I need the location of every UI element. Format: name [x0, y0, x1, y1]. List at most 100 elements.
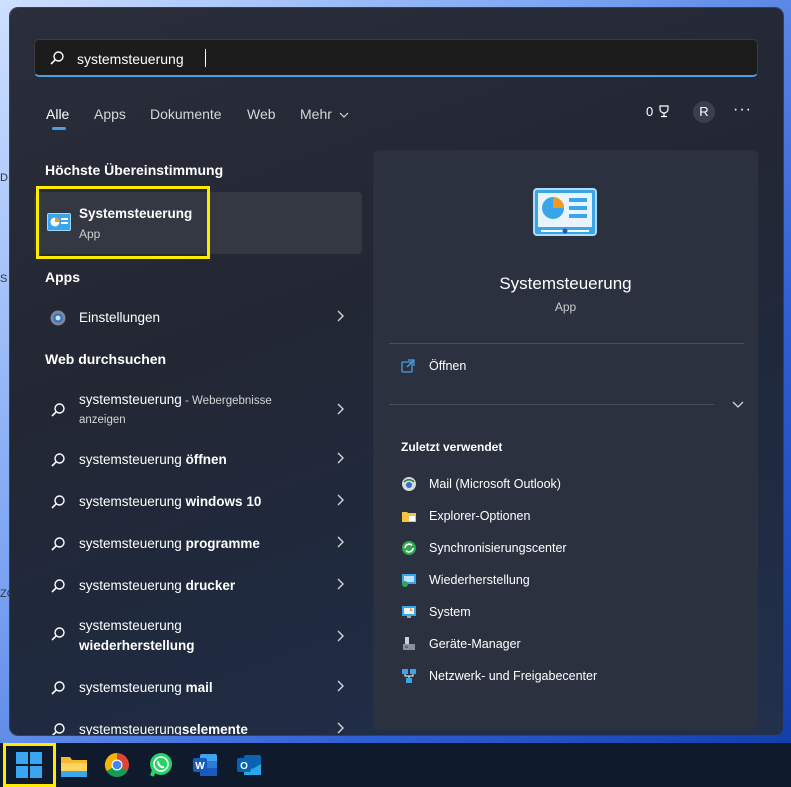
tab-mehr[interactable]: Mehr [300, 106, 349, 122]
web-result-query: systemsteuerung [79, 722, 182, 735]
chevron-right-icon [337, 578, 344, 590]
recent-item[interactable]: System [401, 604, 731, 628]
recent-item-label: System [429, 605, 471, 619]
web-result-suffix-line2: anzeigen [79, 414, 126, 426]
sync-icon [402, 541, 416, 555]
web-result[interactable]: systemsteuerung drucker [34, 566, 364, 606]
search-icon [50, 51, 64, 65]
open-action[interactable]: Öffnen [401, 357, 721, 387]
web-result-completion: öffnen [185, 452, 227, 467]
account-avatar[interactable]: R [693, 101, 715, 123]
recent-item-label: Wiederherstellung [429, 573, 530, 587]
web-result[interactable]: systemsteuerung - Webergebnisse anzeigen [34, 388, 364, 434]
whatsapp-button[interactable] [148, 751, 176, 779]
rewards-button[interactable]: 0 [646, 104, 671, 119]
more-options-icon[interactable]: ··· [733, 101, 752, 119]
detail-type: App [554, 300, 577, 314]
web-result-completion: wiederherstellung [79, 638, 195, 653]
recent-item-label: Netzwerk- und Freigabecenter [429, 669, 598, 683]
search-icon [51, 681, 65, 695]
section-apps: Apps [45, 269, 80, 285]
recent-item[interactable]: Geräte-Manager [401, 636, 731, 660]
tab-dokumente[interactable]: Dokumente [150, 106, 222, 122]
search-icon [51, 403, 65, 417]
file-explorer-button[interactable] [60, 751, 88, 779]
highlight-box [36, 186, 210, 259]
chevron-right-icon [337, 494, 344, 506]
rewards-count: 0 [646, 104, 654, 119]
recent-item[interactable]: Synchronisierungscenter [401, 540, 731, 564]
web-result[interactable]: systemsteuerung öffnen [34, 440, 364, 480]
system-icon [402, 606, 416, 618]
chrome-button[interactable] [104, 751, 132, 779]
expand-chevron-icon[interactable] [732, 401, 744, 409]
search-icon [51, 579, 65, 593]
word-button[interactable]: W [192, 751, 220, 779]
recent-item[interactable]: Netzwerk- und Freigabecenter [401, 668, 731, 692]
svg-text:W: W [195, 761, 205, 772]
chevron-right-icon [337, 680, 344, 692]
device-manager-icon [403, 637, 415, 650]
web-result[interactable]: systemsteuerungselemente [34, 710, 364, 735]
tab-web[interactable]: Web [247, 106, 276, 122]
web-result-query: systemsteuerung [79, 536, 186, 551]
outlook-icon: O [237, 755, 261, 775]
recent-item[interactable]: Wiederherstellung [401, 572, 731, 596]
recent-item-label: Geräte-Manager [429, 637, 521, 651]
highlight-box [3, 743, 56, 787]
tab-mehr-label: Mehr [300, 106, 332, 122]
tab-apps[interactable]: Apps [94, 106, 126, 122]
web-result[interactable]: systemsteuerung windows 10 [34, 482, 364, 522]
chevron-down-icon [339, 112, 349, 118]
recent-item[interactable]: Mail (Microsoft Outlook) [401, 476, 731, 500]
trophy-icon [659, 105, 669, 118]
section-web: Web durchsuchen [45, 351, 167, 367]
web-result-query: systemsteuerung [79, 618, 182, 633]
search-icon [51, 453, 65, 467]
recent-item-label: Mail (Microsoft Outlook) [429, 477, 561, 491]
web-result-completion: drucker [185, 578, 236, 593]
web-result-query: systemsteuerung [79, 494, 186, 509]
divider [389, 404, 714, 405]
mail-globe-icon [402, 477, 416, 491]
web-result[interactable]: systemsteuerung mail [34, 668, 364, 708]
recent-item[interactable]: Explorer-Optionen [401, 508, 731, 532]
whatsapp-icon [150, 753, 172, 777]
app-result-einstellungen[interactable]: Einstellungen [34, 298, 364, 338]
outlook-button[interactable]: O [236, 751, 264, 779]
web-result-completion: programme [185, 536, 260, 551]
web-result-completion: selemente [181, 722, 248, 735]
web-result[interactable]: systemsteuerung programme [34, 524, 364, 564]
chevron-right-icon [337, 310, 344, 322]
web-result-query: systemsteuerung [79, 578, 186, 593]
divider [389, 343, 744, 344]
web-result[interactable]: systemsteuerung wiederherstellung [34, 610, 364, 658]
chevron-right-icon [337, 452, 344, 464]
web-result-query: systemsteuerung [79, 680, 186, 695]
desktop-label-fragment: S [0, 273, 8, 285]
active-tab-indicator [52, 127, 66, 130]
chevron-right-icon [337, 403, 344, 415]
taskbar: W O [0, 743, 791, 787]
search-icon [51, 537, 65, 551]
open-label: Öffnen [429, 359, 467, 373]
web-result-completion: windows 10 [185, 494, 262, 509]
recent-heading: Zuletzt verwendet [401, 440, 503, 454]
search-box[interactable] [34, 39, 758, 77]
chevron-right-icon [337, 536, 344, 548]
desktop-label-fragment: D [0, 172, 8, 184]
chevron-right-icon [337, 630, 344, 642]
recent-item-label: Explorer-Optionen [429, 509, 531, 523]
detail-title: Systemsteuerung [499, 274, 632, 293]
chrome-icon [104, 753, 129, 778]
app-result-label: Einstellungen [79, 310, 161, 325]
settings-gear-icon [50, 310, 66, 326]
control-panel-large-icon [533, 188, 597, 236]
tab-alle[interactable]: Alle [46, 106, 69, 122]
web-result-suffix: - Webergebnisse [181, 395, 272, 407]
text-caret [205, 49, 206, 67]
search-icon [51, 495, 65, 509]
search-input[interactable] [75, 46, 679, 72]
folder-icon [61, 757, 87, 777]
word-icon: W [193, 754, 217, 776]
